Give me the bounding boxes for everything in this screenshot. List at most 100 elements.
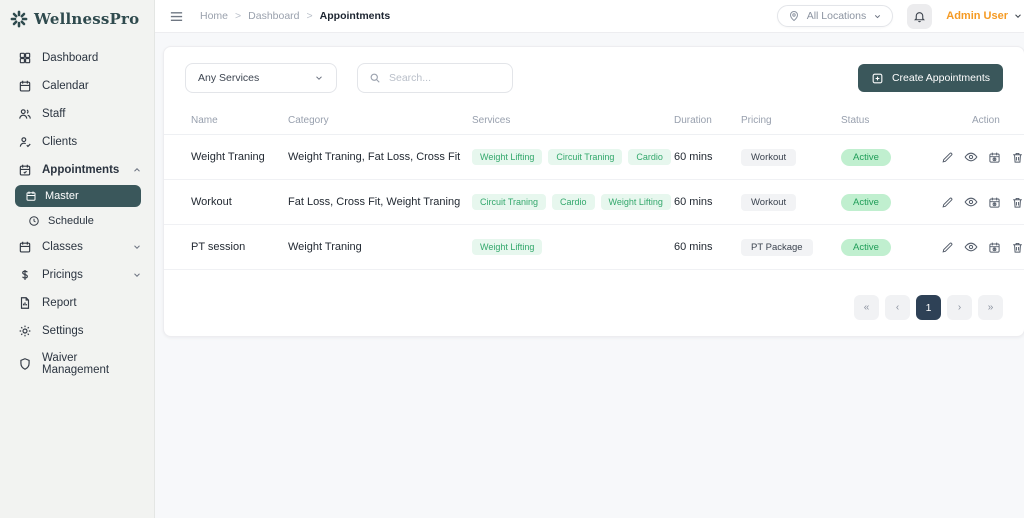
brand-logo: WellnessPro: [0, 8, 154, 38]
sidebar-item-dashboard[interactable]: Dashboard: [0, 44, 154, 72]
calendar-clock-icon[interactable]: [988, 241, 1001, 254]
edit-pencil-icon[interactable]: [941, 196, 954, 209]
sidebar-item-settings[interactable]: Settings: [0, 317, 154, 345]
calendar-icon: [18, 240, 32, 254]
grid-icon: [18, 51, 32, 65]
cell-actions: [941, 195, 1024, 209]
chevron-down-icon: [132, 242, 142, 252]
chevron-up-icon: [132, 165, 142, 175]
flower-burst-icon: [10, 10, 28, 28]
topbar-right: All Locations Admin User: [776, 3, 1023, 29]
notifications-button[interactable]: [907, 3, 933, 29]
service-badge: Circuit Traning: [472, 194, 547, 210]
status-badge: Active: [841, 148, 891, 166]
view-eye-icon[interactable]: [964, 240, 978, 254]
sidebar-item-clients[interactable]: Clients: [0, 128, 154, 156]
sidebar-item-appointments[interactable]: Appointments: [0, 156, 154, 184]
sidebar-item-label: Calendar: [42, 80, 89, 92]
cell-status: Active: [841, 148, 941, 166]
pagination-page-1-button[interactable]: 1: [916, 295, 941, 320]
service-badge: Weight Lifting: [472, 239, 543, 255]
cell-services: Circuit Traning Cardio Weight Lifting: [472, 194, 674, 210]
sidebar-nav: Dashboard Calendar Staff Clients Appoint: [0, 44, 154, 383]
pagination-first-button[interactable]: «: [854, 295, 879, 320]
chevron-down-icon: [132, 270, 142, 280]
table-row: PT session Weight Traning Weight Lifting…: [164, 225, 1024, 270]
cell-services: Weight Lifting Circuit Traning Cardio: [472, 149, 674, 165]
chevron-down-icon: [314, 73, 324, 83]
services-filter-dropdown[interactable]: Any Services: [185, 63, 337, 93]
column-header-name: Name: [191, 115, 218, 126]
view-eye-icon[interactable]: [964, 150, 978, 164]
location-selector-value: All Locations: [806, 10, 867, 22]
cell-name: PT session: [191, 241, 246, 253]
pagination-prev-button[interactable]: ‹: [885, 295, 910, 320]
search-input[interactable]: [389, 72, 501, 84]
cell-duration: 60 mins: [674, 241, 713, 253]
location-selector[interactable]: All Locations: [776, 5, 894, 27]
services-filter-value: Any Services: [198, 72, 260, 84]
user-menu[interactable]: Admin User: [946, 10, 1023, 22]
trash-delete-icon[interactable]: [1011, 241, 1024, 254]
main-content: Any Services Create Appointments: [155, 33, 1024, 518]
breadcrumb-current: Appointments: [319, 10, 391, 22]
user-check-icon: [18, 135, 32, 149]
pricing-badge: Workout: [741, 193, 797, 211]
clock-icon: [28, 215, 40, 227]
pagination-last-button[interactable]: »: [978, 295, 1003, 320]
view-eye-icon[interactable]: [964, 195, 978, 209]
service-badge: Weight Lifting: [472, 149, 543, 165]
column-header-duration: Duration: [674, 115, 712, 126]
calendar-check-icon: [18, 163, 32, 177]
edit-pencil-icon[interactable]: [941, 241, 954, 254]
sidebar-subitem-schedule[interactable]: Schedule: [0, 209, 154, 233]
sidebar: WellnessPro Dashboard Calendar Staff Cli…: [0, 0, 155, 518]
breadcrumb-separator: >: [235, 10, 242, 22]
sidebar-item-label: Settings: [42, 325, 84, 337]
pagination-next-button[interactable]: ›: [947, 295, 972, 320]
status-badge: Active: [841, 193, 891, 211]
column-header-action: Action: [972, 115, 1000, 126]
location-pin-icon: [788, 10, 800, 22]
status-badge: Active: [841, 238, 891, 256]
service-badge: Cardio: [628, 149, 671, 165]
hamburger-menu-icon[interactable]: [169, 9, 184, 24]
breadcrumb-home[interactable]: Home: [200, 10, 228, 22]
sidebar-item-label: Report: [42, 297, 77, 309]
breadcrumb-dashboard[interactable]: Dashboard: [248, 10, 299, 22]
shield-icon: [18, 357, 32, 371]
search-box: [357, 63, 513, 93]
column-header-category: Category: [288, 115, 329, 126]
cell-category: Weight Traning, Fat Loss, Cross Fit: [288, 151, 461, 163]
sidebar-subitem-master[interactable]: Master: [15, 185, 141, 207]
calendar-clock-icon[interactable]: [988, 196, 1001, 209]
sidebar-item-label: Appointments: [42, 164, 120, 176]
sidebar-item-label: Waiver Management: [42, 352, 110, 376]
plus-square-icon: [871, 72, 884, 85]
sidebar-item-label: Pricings: [42, 269, 83, 281]
sidebar-item-staff[interactable]: Staff: [0, 100, 154, 128]
cell-status: Active: [841, 238, 941, 256]
brand-name: WellnessPro: [34, 10, 140, 28]
cell-category: Fat Loss, Cross Fit, Weight Traning: [288, 196, 461, 208]
create-appointments-button[interactable]: Create Appointments: [857, 64, 1003, 92]
cell-pricing: PT Package: [741, 238, 841, 256]
pagination: « ‹ 1 › »: [164, 270, 1024, 320]
trash-delete-icon[interactable]: [1011, 196, 1024, 209]
sidebar-item-pricings[interactable]: Pricings: [0, 261, 154, 289]
cell-name: Weight Traning: [191, 151, 265, 163]
sidebar-item-report[interactable]: Report: [0, 289, 154, 317]
topbar: Home > Dashboard > Appointments All Loca…: [155, 0, 1024, 33]
sidebar-item-classes[interactable]: Classes: [0, 233, 154, 261]
edit-pencil-icon[interactable]: [941, 151, 954, 164]
column-header-services: Services: [472, 115, 511, 126]
service-badge: Circuit Traning: [548, 149, 623, 165]
sidebar-item-calendar[interactable]: Calendar: [0, 72, 154, 100]
cell-actions: [941, 240, 1024, 254]
column-header-pricing: Pricing: [741, 115, 772, 126]
file-report-icon: [18, 296, 32, 310]
chevron-down-icon: [873, 12, 882, 21]
sidebar-item-waiver-management[interactable]: Waiver Management: [0, 345, 154, 383]
calendar-clock-icon[interactable]: [988, 151, 1001, 164]
trash-delete-icon[interactable]: [1011, 151, 1024, 164]
